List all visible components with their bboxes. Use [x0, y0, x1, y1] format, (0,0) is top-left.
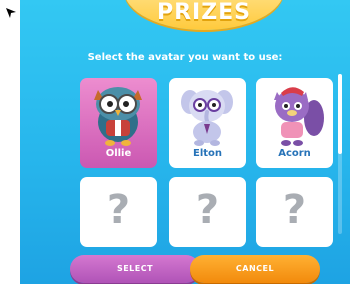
- avatar-card-ollie[interactable]: Ollie: [80, 78, 157, 168]
- question-mark-icon: ?: [282, 187, 307, 233]
- avatar-name-label: Ollie: [105, 148, 132, 159]
- locked-avatar-slot[interactable]: ?: [169, 177, 246, 247]
- elephant-avatar-icon: [181, 90, 233, 146]
- question-mark-icon: ?: [106, 187, 131, 233]
- instruction-text: Select the avatar you want to use:: [87, 52, 283, 63]
- select-button[interactable]: SELECT: [70, 255, 200, 283]
- avatar-card-elton[interactable]: Elton: [169, 78, 246, 168]
- avatar-name-label: Elton: [192, 148, 223, 159]
- locked-avatar-slot[interactable]: ?: [256, 177, 333, 247]
- prizes-screen: PRIZES Select the avatar you want to use…: [20, 0, 350, 284]
- scrollbar-thumb[interactable]: [338, 74, 342, 154]
- page-title: PRIZES: [156, 0, 252, 25]
- avatar-name-label: Acorn: [278, 148, 311, 159]
- locked-avatar-slot[interactable]: ?: [80, 177, 157, 247]
- question-mark-icon: ?: [195, 187, 220, 233]
- squirrel-avatar-icon: [274, 87, 324, 146]
- title-banner: PRIZES: [124, 0, 284, 30]
- cursor-icon: [6, 8, 16, 18]
- cancel-button[interactable]: CANCEL: [190, 255, 320, 283]
- avatar-card-acorn[interactable]: Acorn: [256, 78, 333, 168]
- owl-avatar-icon: [94, 87, 142, 146]
